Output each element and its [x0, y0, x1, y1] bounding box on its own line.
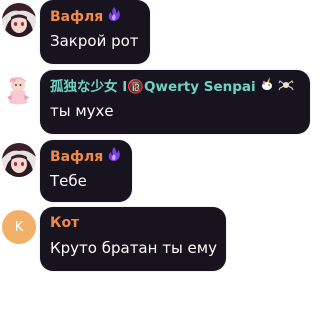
chat-message[interactable]: K Кот Круто братан ты ему — [0, 207, 309, 271]
spider-icon — [278, 76, 294, 98]
message-bubble: Вафля Тебе — [40, 140, 132, 202]
avatar-letter: K — [14, 219, 24, 235]
message-text: ты мухе — [50, 102, 114, 120]
author-name[interactable]: Кот — [50, 213, 216, 233]
unicorn-icon — [259, 76, 275, 98]
purple-flame-icon — [106, 6, 122, 28]
avatar[interactable]: K — [2, 210, 36, 244]
avatar[interactable] — [2, 73, 36, 107]
message-text: Закрой рот — [50, 32, 139, 50]
author-name[interactable]: 孤独な少女 I🔞Qwerty Senpai — [50, 76, 300, 96]
avatar[interactable] — [2, 3, 36, 37]
message-bubble: Вафля Закрой рот — [40, 0, 150, 64]
message-text: Тебе — [50, 172, 87, 190]
chat-message[interactable]: Вафля Закрой рот — [0, 0, 309, 64]
avatar[interactable] — [2, 143, 36, 177]
message-bubble: Кот Круто братан ты ему — [40, 207, 226, 271]
purple-flame-icon — [106, 146, 122, 168]
message-text: Круто братан ты ему — [50, 239, 217, 257]
chat-message[interactable]: 孤独な少女 I🔞Qwerty Senpai ты мухе — [0, 70, 310, 134]
author-name[interactable]: Вафля — [50, 146, 122, 166]
chat-message[interactable]: Вафля Тебе — [0, 140, 309, 202]
message-bubble: 孤独な少女 I🔞Qwerty Senpai ты мухе — [40, 70, 310, 134]
author-name[interactable]: Вафля — [50, 6, 140, 26]
